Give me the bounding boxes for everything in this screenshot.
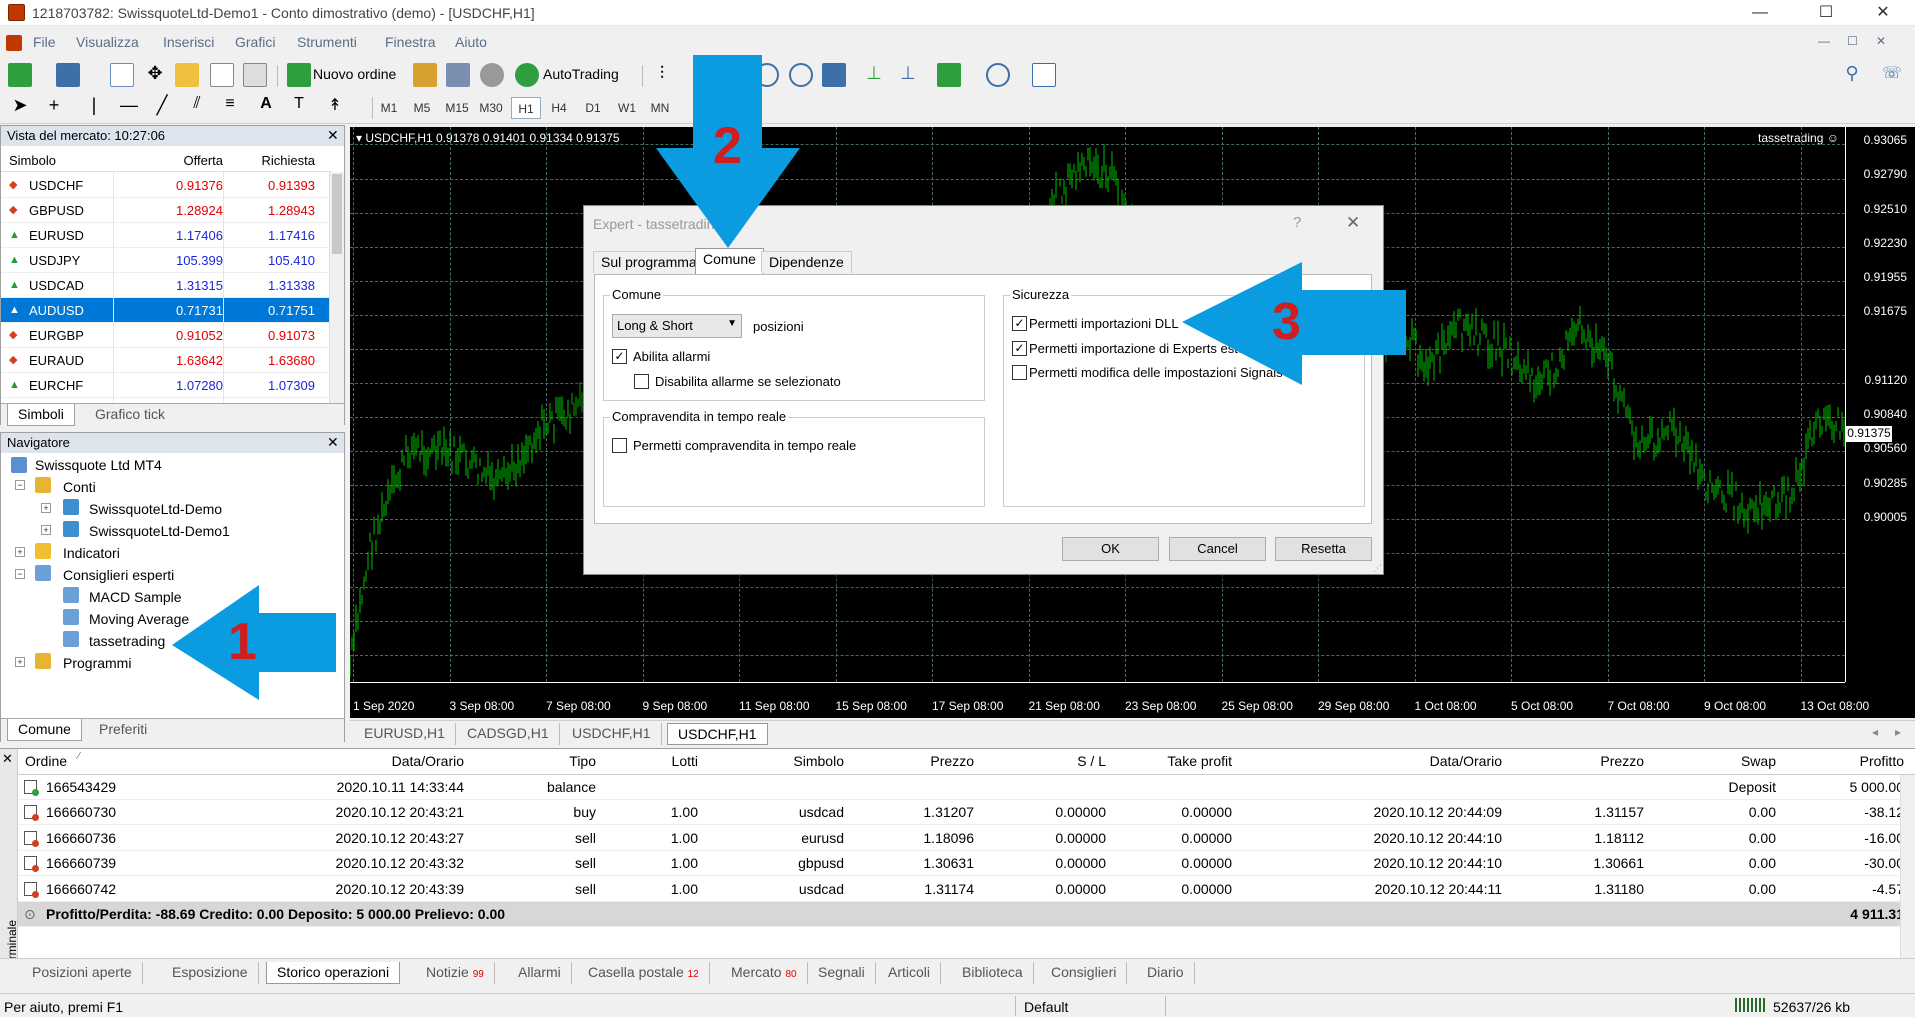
- annotation-layer: [172, 55, 1406, 700]
- annotation-number-1: 1: [228, 613, 257, 671]
- annotation-number-3: 3: [1272, 293, 1301, 351]
- annotation-number-2: 2: [713, 117, 742, 175]
